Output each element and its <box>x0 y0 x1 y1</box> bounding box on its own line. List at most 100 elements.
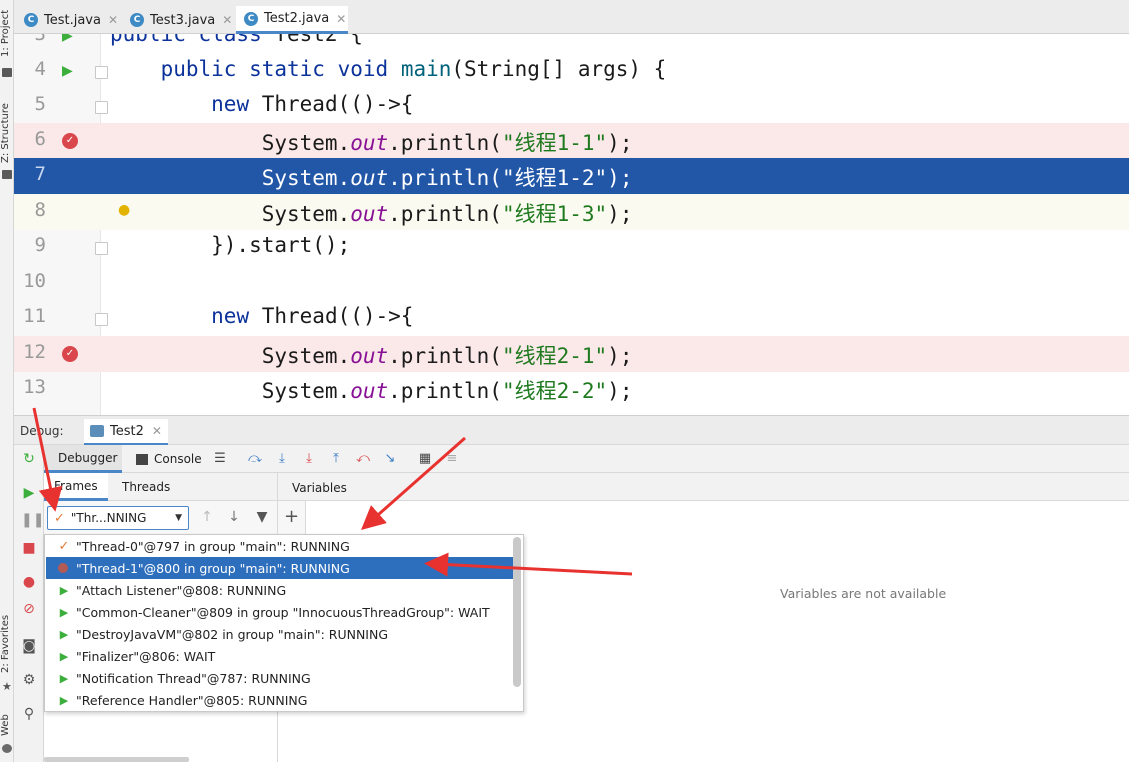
project-tool-tab[interactable]: 1: Project <box>0 2 14 64</box>
frames-tab-label: Frames <box>54 478 98 493</box>
fold-marker-icon[interactable] <box>95 313 108 326</box>
debug-label: Debug: <box>20 424 64 438</box>
project-icon <box>2 68 12 77</box>
thread-list-item[interactable]: ▶ "Notification Thread"@787: RUNNING <box>46 667 514 689</box>
dropdown-scrollbar[interactable] <box>513 537 521 687</box>
code-text: System.out.println("线程2-1"); <box>110 344 633 368</box>
code-text: public static void main(String[] args) { <box>160 57 667 81</box>
step-over-icon[interactable]: ⤓ <box>274 451 290 467</box>
thread-list-item[interactable]: ✓ "Thread-0"@797 in group "main": RUNNIN… <box>46 535 514 557</box>
tab-test2-java[interactable]: C Test2.java ✕ <box>236 6 348 34</box>
tab-console[interactable]: Console <box>128 445 210 473</box>
trace-icon[interactable]: ≡ <box>444 451 460 467</box>
code-text: System.out.println("线程1-1"); <box>110 131 633 155</box>
line-number: 5 <box>34 93 46 115</box>
thread-selector-value: "Thr...NNING <box>70 511 147 525</box>
show-execution-point-icon[interactable]: ⤼ <box>247 451 263 467</box>
add-watch-icon[interactable]: + <box>284 508 299 526</box>
code-line[interactable]: 9 }).start(); <box>14 229 1129 265</box>
left-tool-strip: 1: Project Z: Structure 2: Favorites ★ W… <box>0 0 14 762</box>
tab-frames[interactable]: Frames <box>44 473 108 501</box>
tab-test3-java[interactable]: C Test3.java ✕ <box>122 6 238 34</box>
code-text: System.out.println("线程2-2"); <box>110 379 633 403</box>
running-thread-icon: ▶ <box>59 605 69 619</box>
favorites-tool-tab[interactable]: 2: Favorites <box>0 612 14 676</box>
thread-label: "DestroyJavaVM"@802 in group "main": RUN… <box>76 626 389 642</box>
thread-label: "Common-Cleaner"@809 in group "Innocuous… <box>76 604 490 620</box>
thread-list-item[interactable]: ▶ "Attach Listener"@808: RUNNING <box>46 579 514 601</box>
close-icon[interactable]: ✕ <box>336 12 346 26</box>
debug-tool-window-header: Debug: Test2 ✕ <box>14 415 1129 446</box>
step-out-icon[interactable]: ⤒ <box>328 451 344 467</box>
step-into-icon[interactable]: ⤓ <box>301 451 317 467</box>
structure-tool-tab[interactable]: Z: Structure <box>0 100 14 166</box>
running-thread-icon: ▶ <box>59 671 69 685</box>
frame-down-icon[interactable]: ↓ <box>226 509 242 525</box>
thread-list-item[interactable]: ▶ "Reference Handler"@805: RUNNING <box>46 689 514 711</box>
running-thread-icon: ▶ <box>59 583 69 597</box>
run-config-icon <box>90 425 104 437</box>
settings-gear-icon[interactable]: ⚙ <box>21 672 37 688</box>
stop-icon[interactable]: ■ <box>21 540 37 556</box>
breakpoint-icon[interactable]: ✓ <box>62 346 78 362</box>
pin-icon[interactable]: ⚲ <box>21 706 37 722</box>
tab-test-java[interactable]: C Test.java ✕ <box>16 6 120 34</box>
drop-frame-icon[interactable]: ⤺ <box>355 451 371 467</box>
mute-breakpoints-icon[interactable]: ⊘ <box>21 601 37 617</box>
tab-debugger[interactable]: Debugger <box>44 445 122 473</box>
pause-icon[interactable]: ❚❚ <box>21 512 44 528</box>
tab-threads[interactable]: Threads <box>112 473 180 501</box>
code-text: new Thread(()->{ <box>211 92 414 116</box>
chevron-down-icon: ▼ <box>175 513 182 523</box>
code-line[interactable]: 4 ▶ public static void main(String[] arg… <box>14 53 1129 89</box>
web-tool-tab[interactable]: Web <box>0 710 14 740</box>
breakpoint-icon[interactable]: ✓ <box>62 133 78 149</box>
fold-marker-icon[interactable] <box>95 242 108 255</box>
frame-up-icon[interactable]: ↑ <box>199 509 215 525</box>
code-line-breakpoint[interactable]: 6 ✓ System.out.println("线程1-1"); <box>14 123 1129 159</box>
code-line-current[interactable]: 7 System.out.println("线程1-2"); <box>14 158 1129 194</box>
close-icon[interactable]: ✕ <box>222 13 232 27</box>
running-thread-icon: ▶ <box>59 649 69 663</box>
run-icon[interactable]: ▶ <box>62 34 78 44</box>
run-icon[interactable]: ▶ <box>62 63 78 79</box>
filter-icon[interactable]: ▼ <box>254 509 270 525</box>
thread-list-item-selected[interactable]: "Thread-1"@800 in group "main": RUNNING <box>46 557 514 579</box>
resume-icon[interactable]: ▶ <box>21 485 37 501</box>
fold-marker-icon[interactable] <box>95 66 108 79</box>
threads-tab-label: Threads <box>122 480 171 494</box>
close-icon[interactable]: ✕ <box>108 13 118 27</box>
code-text: public class Test2 { <box>110 34 363 46</box>
horizontal-scrollbar[interactable] <box>44 757 189 762</box>
close-icon[interactable]: ✕ <box>152 424 162 438</box>
menu-lines-icon[interactable]: ☰ <box>212 451 228 467</box>
thread-list-item[interactable]: ▶ "Finalizer"@806: WAIT <box>46 645 514 667</box>
line-number: 6 <box>34 128 46 150</box>
code-line[interactable]: 11 new Thread(()->{ <box>14 300 1129 336</box>
code-text: }).start(); <box>110 233 351 257</box>
code-editor[interactable]: 3 ▶ public class Test2 { 4 ▶ public stat… <box>14 34 1129 415</box>
check-icon: ✓ <box>54 510 65 526</box>
code-line[interactable]: 10 <box>14 265 1129 301</box>
code-line-breakpoint[interactable]: 12 ✓ System.out.println("线程2-1"); <box>14 336 1129 372</box>
thread-list-item[interactable]: ▶ "DestroyJavaVM"@802 in group "main": R… <box>46 623 514 645</box>
globe-icon <box>2 744 12 753</box>
thread-dropdown-list[interactable]: ✓ "Thread-0"@797 in group "main": RUNNIN… <box>44 534 524 712</box>
fold-marker-icon[interactable] <box>95 101 108 114</box>
thread-selector[interactable]: ✓ "Thr...NNING ▼ <box>47 506 189 530</box>
session-label: Test2 <box>110 423 144 439</box>
evaluate-expression-icon[interactable]: ▦ <box>417 451 433 467</box>
code-line[interactable]: 5 new Thread(()->{ <box>14 88 1129 124</box>
code-line[interactable]: 13 System.out.println("线程2-2"); <box>14 371 1129 407</box>
camera-icon[interactable]: ◙ <box>21 638 37 654</box>
code-line[interactable]: 8 ● System.out.println("线程1-3"); <box>14 194 1129 230</box>
debug-session-tab[interactable]: Test2 ✕ <box>84 419 168 446</box>
thread-list-item[interactable]: ▶ "Common-Cleaner"@809 in group "Innocuo… <box>46 601 514 623</box>
rerun-icon[interactable]: ↻ <box>21 451 37 467</box>
tab-label: Test.java <box>44 12 101 28</box>
view-breakpoints-icon[interactable]: ● <box>21 574 37 590</box>
line-number: 7 <box>34 163 46 185</box>
variables-label: Variables <box>292 481 347 495</box>
code-line[interactable]: 3 ▶ public class Test2 { <box>14 34 1129 54</box>
run-to-cursor-icon[interactable]: ↘ <box>382 451 398 467</box>
